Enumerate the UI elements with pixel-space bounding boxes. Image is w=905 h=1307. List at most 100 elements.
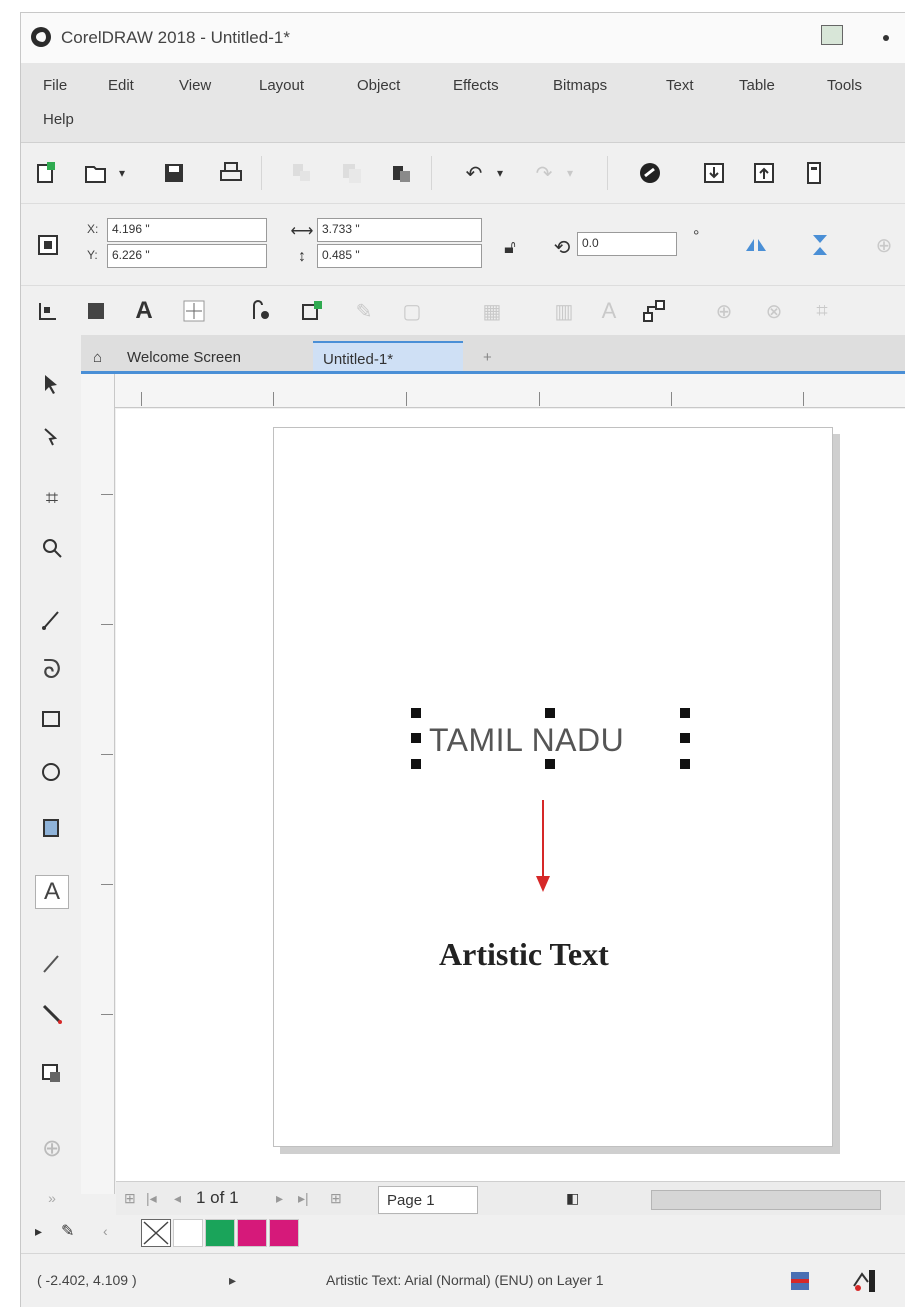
- selection-handle[interactable]: [411, 759, 421, 769]
- status-expand-icon[interactable]: ▸: [229, 1272, 236, 1289]
- redo-icon[interactable]: ↷: [531, 160, 557, 186]
- save-icon[interactable]: [161, 160, 187, 186]
- paragraph-icon[interactable]: [83, 298, 109, 324]
- disabled-tool-icon[interactable]: ▦: [479, 298, 505, 324]
- corel-connect-icon[interactable]: [637, 160, 663, 186]
- origin-icon[interactable]: [35, 232, 61, 258]
- publish-pdf-icon[interactable]: [801, 160, 827, 186]
- menu-layout[interactable]: Layout: [259, 77, 304, 94]
- selection-handle[interactable]: [545, 759, 555, 769]
- menu-text[interactable]: Text: [666, 77, 694, 94]
- rectangle-tool-icon[interactable]: [35, 703, 69, 737]
- outline-indicator-icon[interactable]: [851, 1268, 877, 1294]
- y-position-field[interactable]: 6.226 ": [107, 244, 267, 268]
- menu-tools[interactable]: Tools: [827, 77, 862, 94]
- last-page-icon[interactable]: ▸|: [298, 1190, 309, 1207]
- mirror-horizontal-icon[interactable]: [743, 232, 769, 258]
- next-page-icon[interactable]: ▸: [276, 1190, 283, 1207]
- palette-scroll-left-icon[interactable]: ‹: [103, 1223, 108, 1239]
- more-options-icon[interactable]: ⊕: [871, 232, 897, 258]
- selection-handle[interactable]: [680, 733, 690, 743]
- scroll-left-icon[interactable]: ◧: [566, 1190, 579, 1207]
- paste-icon[interactable]: [389, 160, 415, 186]
- selection-handle[interactable]: [411, 708, 421, 718]
- import-icon[interactable]: [701, 160, 727, 186]
- add-tool-icon[interactable]: ⊕: [35, 1131, 69, 1165]
- disabled-text-icon[interactable]: A: [596, 298, 622, 324]
- drawing-canvas[interactable]: TAMIL NADU Artistic Text: [116, 409, 905, 1189]
- rotation-field[interactable]: 0.0: [577, 232, 677, 256]
- menu-help[interactable]: Help: [43, 111, 74, 128]
- disabled-tool-icon[interactable]: ✎: [351, 298, 377, 324]
- connector-tool-icon[interactable]: [35, 997, 69, 1031]
- disabled-tool-icon[interactable]: ⌗: [809, 298, 835, 324]
- artistic-text-tool-icon[interactable]: [181, 298, 207, 324]
- tab-welcome-screen[interactable]: Welcome Screen: [117, 341, 251, 373]
- menu-view[interactable]: View: [179, 77, 211, 94]
- pick-tool-icon[interactable]: [35, 367, 69, 401]
- green-swatch[interactable]: [205, 1219, 235, 1247]
- edit-fill-icon[interactable]: [249, 298, 275, 324]
- nodes-icon[interactable]: [641, 298, 667, 324]
- edit-object-icon[interactable]: [299, 298, 325, 324]
- shape-tool-icon[interactable]: [35, 421, 69, 455]
- font-icon[interactable]: A: [131, 297, 157, 324]
- previous-page-icon[interactable]: ◂: [174, 1190, 181, 1207]
- selection-handle[interactable]: [545, 708, 555, 718]
- fill-indicator-icon[interactable]: [787, 1268, 813, 1294]
- menu-bitmaps[interactable]: Bitmaps: [553, 77, 607, 94]
- horizontal-scrollbar[interactable]: [651, 1190, 881, 1210]
- copy-icon[interactable]: [339, 160, 365, 186]
- freehand-tool-icon[interactable]: [35, 603, 69, 637]
- disabled-tool-icon[interactable]: ⊕: [711, 298, 737, 324]
- undo-icon[interactable]: ↶: [461, 160, 487, 186]
- vertical-ruler[interactable]: [81, 374, 115, 1194]
- selection-handle[interactable]: [680, 708, 690, 718]
- open-icon[interactable]: [83, 160, 109, 186]
- menu-effects[interactable]: Effects: [453, 77, 499, 94]
- tab-untitled-1[interactable]: Untitled-1*: [313, 341, 463, 373]
- x-position-field[interactable]: 4.196 ": [107, 218, 267, 242]
- first-page-icon[interactable]: |◂: [146, 1190, 157, 1207]
- menu-file[interactable]: File: [43, 77, 67, 94]
- magenta-swatch[interactable]: [237, 1219, 267, 1247]
- zoom-tool-icon[interactable]: [35, 531, 69, 565]
- ellipse-tool-icon[interactable]: [35, 755, 69, 789]
- more-tools-icon[interactable]: »: [35, 1181, 69, 1215]
- mirror-vertical-icon[interactable]: [807, 232, 833, 258]
- document-page[interactable]: TAMIL NADU Artistic Text: [273, 427, 833, 1147]
- no-color-swatch[interactable]: [141, 1219, 171, 1247]
- export-icon[interactable]: [751, 160, 777, 186]
- cut-icon[interactable]: [289, 160, 315, 186]
- add-tab-icon[interactable]: +: [473, 341, 502, 373]
- open-dropdown-icon[interactable]: ▾: [109, 160, 135, 186]
- crop-tool-icon[interactable]: ⌗: [35, 481, 69, 515]
- undo-dropdown-icon[interactable]: ▾: [487, 160, 513, 186]
- disabled-tool-icon[interactable]: ⊗: [761, 298, 787, 324]
- width-field[interactable]: 3.733 ": [317, 218, 482, 242]
- tab-page-1[interactable]: Page 1: [378, 1186, 478, 1214]
- magenta-swatch[interactable]: [269, 1219, 299, 1247]
- home-icon[interactable]: ⌂: [83, 341, 112, 373]
- selection-handle[interactable]: [411, 733, 421, 743]
- polygon-tool-icon[interactable]: [35, 811, 69, 845]
- menu-edit[interactable]: Edit: [108, 77, 134, 94]
- add-page-after-icon[interactable]: ⊞: [330, 1190, 342, 1207]
- height-field[interactable]: 0.485 ": [317, 244, 482, 268]
- snap-to-icon[interactable]: [35, 298, 61, 324]
- disabled-tool-icon[interactable]: ▢: [399, 298, 425, 324]
- text-tool-icon[interactable]: A: [35, 875, 69, 909]
- new-document-icon[interactable]: [33, 160, 59, 186]
- lock-ratio-icon[interactable]: 🔓︎: [497, 234, 523, 260]
- menu-object[interactable]: Object: [357, 77, 400, 94]
- artistic-text-object[interactable]: TAMIL NADU: [429, 722, 624, 759]
- parallel-dimension-tool-icon[interactable]: [35, 947, 69, 981]
- redo-dropdown-icon[interactable]: ▾: [557, 160, 583, 186]
- print-icon[interactable]: [219, 160, 245, 186]
- disabled-tool-icon[interactable]: ▥: [551, 298, 577, 324]
- eyedropper-icon[interactable]: ✎: [61, 1221, 74, 1241]
- window-thumbnail-icon[interactable]: [821, 25, 843, 45]
- white-swatch[interactable]: [173, 1219, 203, 1247]
- minimize-icon[interactable]: [883, 35, 889, 41]
- artistic-media-tool-icon[interactable]: ᘐ: [35, 653, 69, 687]
